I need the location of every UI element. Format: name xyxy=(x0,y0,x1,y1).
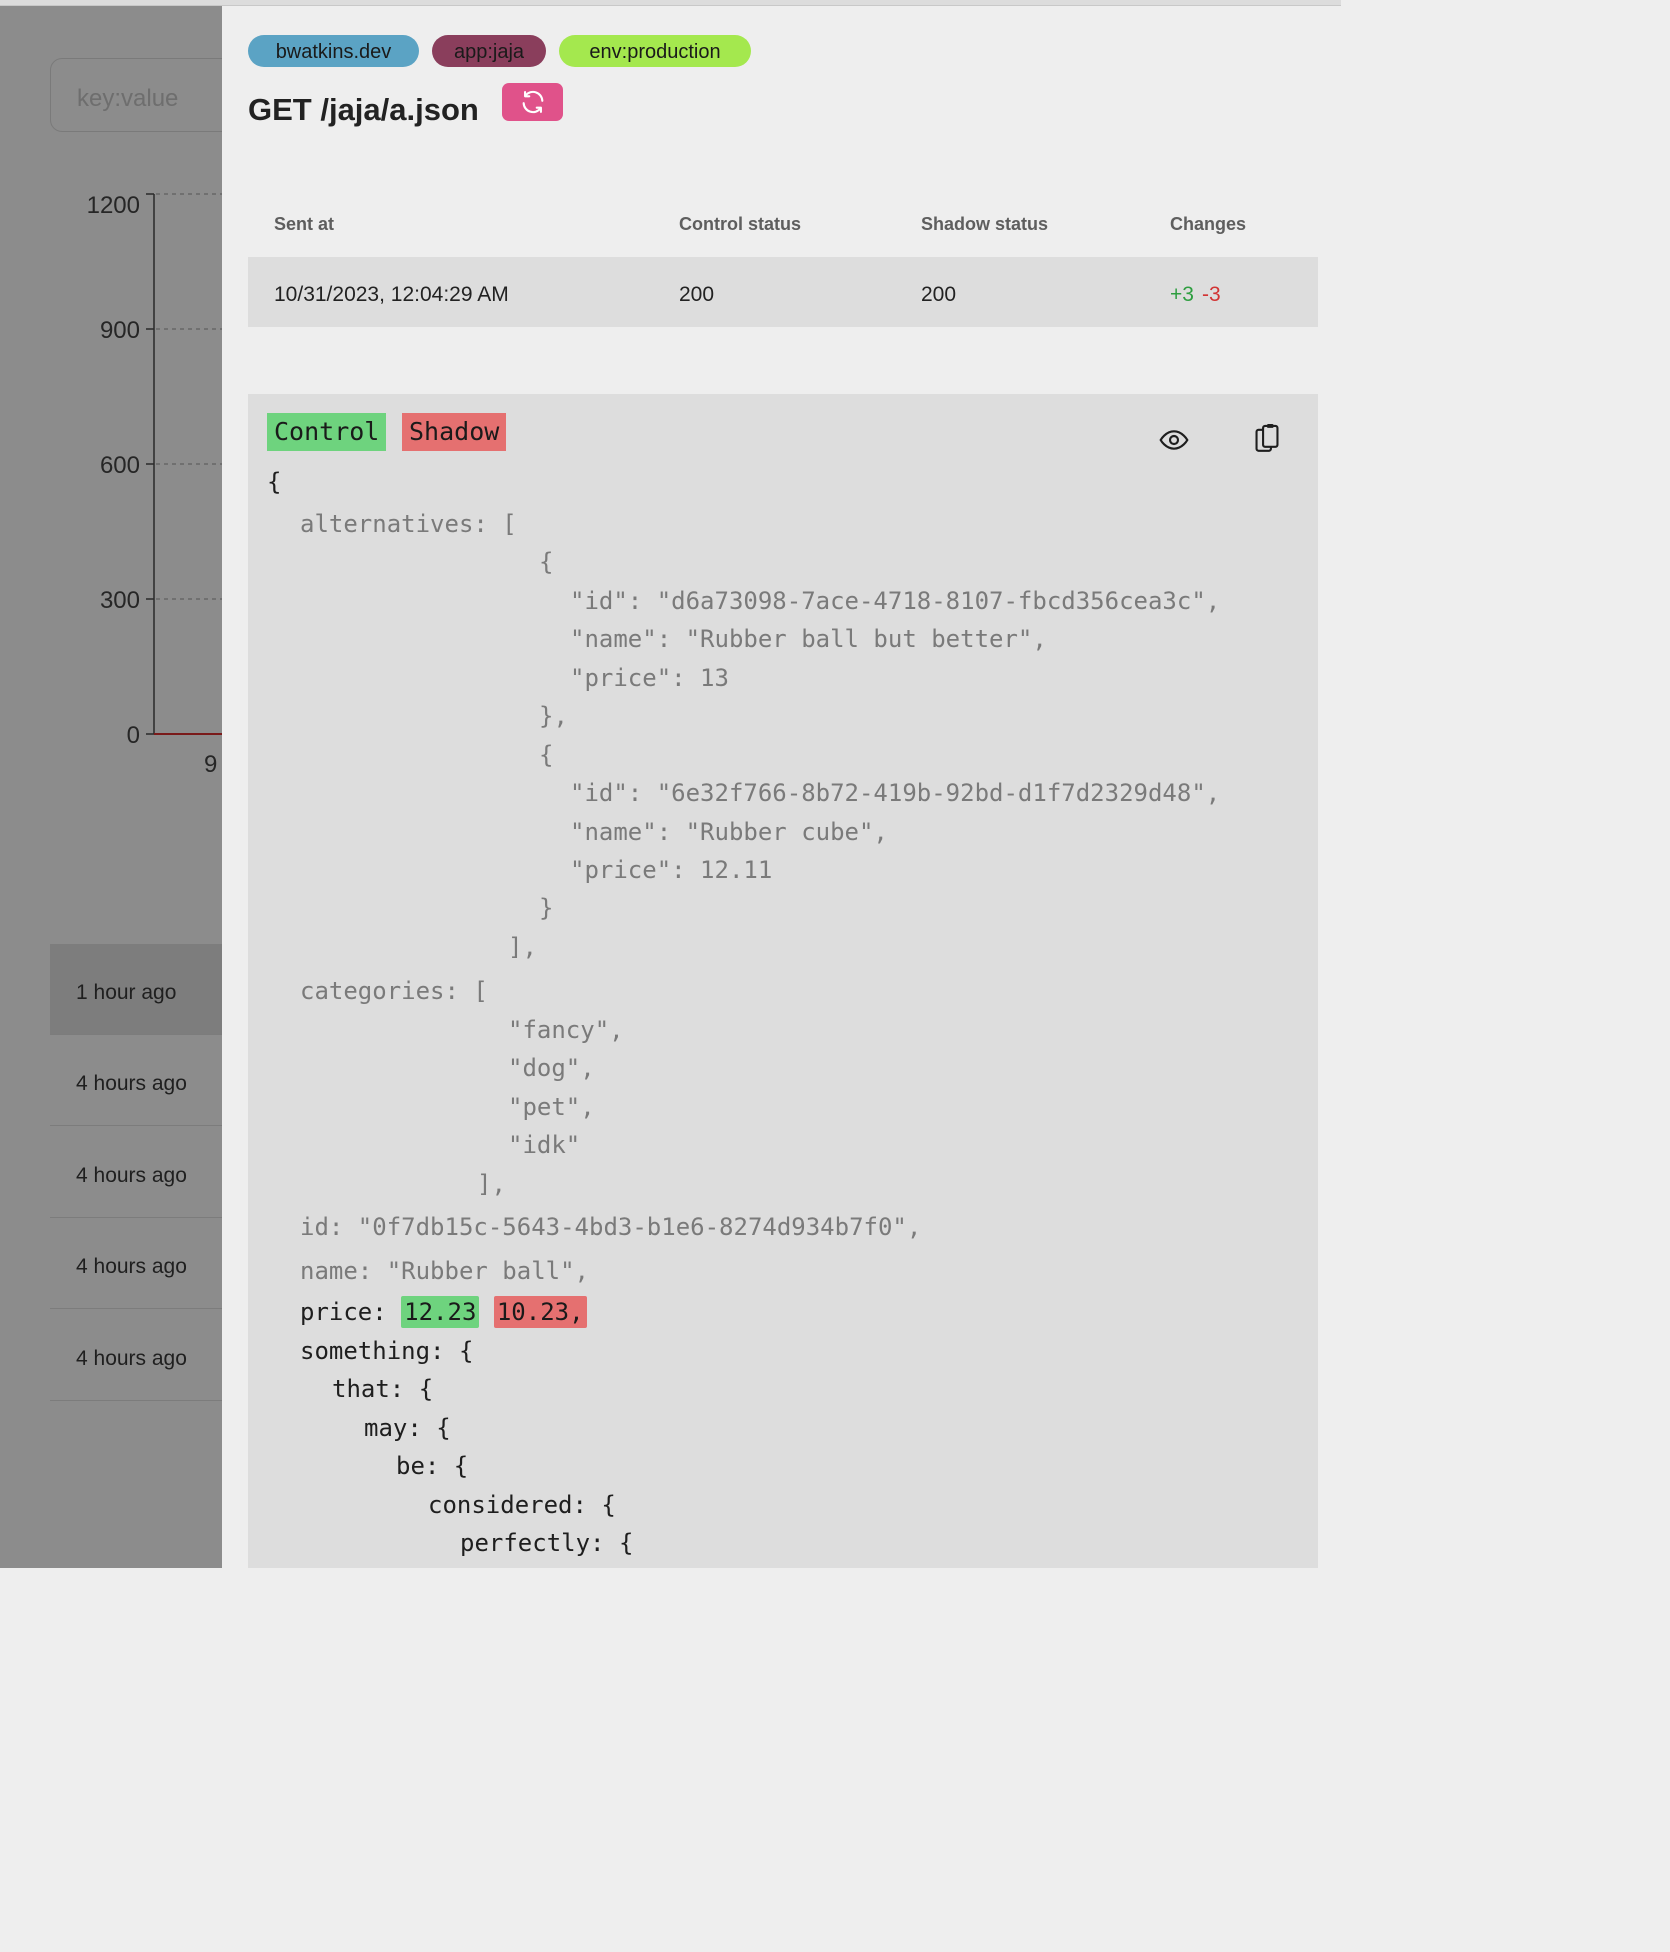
tag-env[interactable]: env:production xyxy=(559,35,751,67)
json-line: { xyxy=(539,548,554,576)
diff-removed-value: 10.23, xyxy=(493,1296,587,1328)
legend-control: Control xyxy=(267,413,387,451)
chart-y-tick-label: 600 xyxy=(100,452,140,479)
json-line: "fancy", xyxy=(508,1016,624,1044)
clipboard-icon[interactable] xyxy=(1251,422,1283,456)
json-line: be: { xyxy=(396,1452,469,1480)
json-line: ], xyxy=(477,1170,506,1198)
tag-app[interactable]: app:jaja xyxy=(432,35,546,67)
json-value: [ xyxy=(458,977,488,1005)
history-item[interactable]: 4 hours ago xyxy=(50,1218,222,1309)
json-line: "id": "d6a73098-7ace-4718-8107-fbcd356ce… xyxy=(570,587,1221,615)
table-row[interactable]: 10/31/2023, 12:04:29 AM 200 200 +3 -3 xyxy=(248,257,1318,327)
cell-sent-at: 10/31/2023, 12:04:29 AM xyxy=(274,283,509,306)
json-line: considered: { xyxy=(428,1491,616,1519)
column-header-shadow-status: Shadow status xyxy=(921,214,1049,234)
chart-x-tick-label: 9 xyxy=(204,751,217,778)
json-line: id: "0f7db15c-5643-4bd3-b1e6-8274d934b7f… xyxy=(300,1213,921,1241)
chart-y-tick-label: 300 xyxy=(100,587,140,614)
json-key: alternatives: xyxy=(300,510,488,538)
column-header-control-status: Control status xyxy=(679,214,802,234)
json-key: categories: xyxy=(300,977,459,1005)
background-page: key:value 1200 900 600 300 0 9 1 hour ag… xyxy=(0,6,222,1568)
json-line: { xyxy=(539,741,554,769)
chart-y-tick-label: 0 xyxy=(127,722,140,749)
chart-y-tick-label: 1200 xyxy=(87,192,140,219)
json-line: may: { xyxy=(364,1414,451,1442)
json-value: "0f7db15c-5643-4bd3-b1e6-8274d934b7f0", xyxy=(343,1213,922,1241)
additions-count: +3 xyxy=(1170,283,1194,306)
json-line: ], xyxy=(508,933,537,961)
history-item[interactable]: 4 hours ago xyxy=(50,1035,222,1126)
json-line: "price": 12.11 xyxy=(570,856,773,884)
diff-viewer: Control Shadow { alternatives: [ { "id":… xyxy=(248,394,1318,1568)
json-line: } xyxy=(539,894,554,922)
json-line: "idk" xyxy=(508,1131,581,1159)
legend-shadow: Shadow xyxy=(402,413,507,451)
json-value: "Rubber ball", xyxy=(372,1257,589,1285)
json-line: perfectly: { xyxy=(460,1529,634,1557)
cell-shadow-status: 200 xyxy=(921,283,957,306)
json-line: "name": "Rubber cube", xyxy=(570,818,888,846)
json-line: alternatives: [ xyxy=(300,510,517,538)
json-key: price: xyxy=(300,1298,387,1326)
json-key: name: xyxy=(300,1257,373,1285)
request-detail-panel: bwatkins.dev app:jaja env:production GET… xyxy=(222,6,1341,1568)
background-chart: 1200 900 600 300 0 9 xyxy=(87,192,222,778)
json-line: categories: [ xyxy=(300,977,488,1005)
request-title: GET /jaja/a.json xyxy=(248,92,479,127)
json-line: "price": 13 xyxy=(570,664,729,692)
json-line: "name": "Rubber ball but better", xyxy=(570,625,1047,653)
json-line: name: "Rubber ball", xyxy=(300,1257,589,1285)
json-line-changed: price: 12.23 10.23, xyxy=(300,1296,587,1328)
json-key: id: xyxy=(300,1213,344,1241)
chart-y-tick-label: 900 xyxy=(100,317,140,344)
column-header-changes: Changes xyxy=(1170,214,1247,234)
history-item[interactable]: 4 hours ago xyxy=(50,1127,222,1218)
json-value: [ xyxy=(487,510,517,538)
cell-control-status: 200 xyxy=(679,283,715,306)
tag-host[interactable]: bwatkins.dev xyxy=(248,35,419,67)
removals-count: -3 xyxy=(1201,283,1221,306)
column-header-sent-at: Sent at xyxy=(274,214,335,234)
eye-icon[interactable] xyxy=(1158,424,1190,456)
json-line: "dog", xyxy=(508,1054,595,1082)
history-item[interactable]: 4 hours ago xyxy=(50,1310,222,1401)
diff-added-value: 12.23 xyxy=(401,1296,480,1328)
cell-changes: +3 -3 xyxy=(1170,283,1221,307)
refresh-icon xyxy=(522,90,543,114)
json-line: something: { xyxy=(300,1337,474,1365)
refresh-button[interactable] xyxy=(502,83,563,121)
json-line: "id": "6e32f766-8b72-419b-92bd-d1f7d2329… xyxy=(570,779,1221,807)
json-line: }, xyxy=(539,702,568,730)
json-brace: { xyxy=(267,468,282,496)
json-line: that: { xyxy=(332,1375,434,1403)
history-item[interactable]: 1 hour ago xyxy=(50,944,222,1035)
json-line: "pet", xyxy=(508,1093,595,1121)
